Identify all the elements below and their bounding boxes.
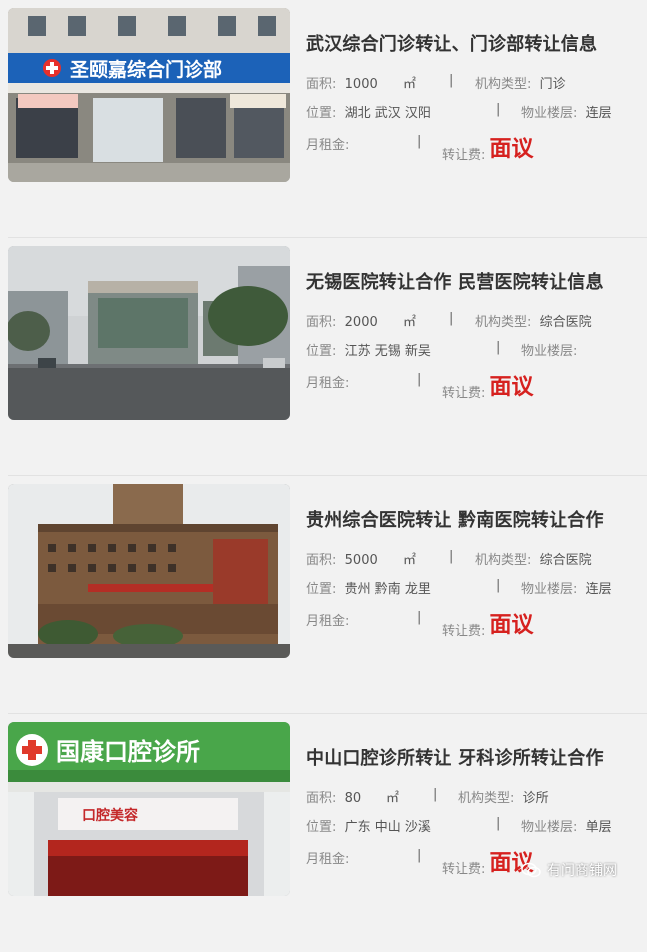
clinic-storefront-image: 圣颐嘉综合门诊部	[8, 8, 290, 182]
dental-clinic-image: 国康口腔诊所 口腔美容	[8, 722, 290, 896]
location-value: 广东 中山 沙溪	[344, 820, 431, 835]
area-label: 面积:	[306, 315, 337, 330]
type-value: 综合医院	[539, 315, 592, 330]
watermark-text: 有问商铺网	[547, 863, 617, 879]
location-value: 贵州 黔南 龙里	[344, 582, 431, 597]
floor-value: 连层	[585, 582, 612, 597]
area-value: 2000	[344, 315, 378, 330]
storefront-sign-text: 国康口腔诊所	[56, 738, 200, 766]
listing-photo[interactable]	[8, 246, 290, 420]
location-value: 江苏 无锡 新吴	[344, 344, 431, 359]
separator: |	[449, 549, 454, 564]
location-value: 湖北 武汉 汉阳	[344, 106, 431, 121]
area-unit: ㎡	[403, 553, 417, 568]
separator: |	[433, 787, 438, 802]
hospital-building-image	[8, 246, 290, 420]
area-value: 1000	[344, 77, 378, 92]
listing-card[interactable]: 圣颐嘉综合门诊部 武汉综合门诊转让、门诊部转让信息 面积: 1000 ㎡ | 机…	[0, 0, 647, 238]
area-unit: ㎡	[403, 315, 417, 330]
location-label: 位置:	[306, 106, 337, 121]
type-label: 机构类型:	[475, 553, 532, 568]
area-label: 面积:	[306, 553, 337, 568]
area-unit: ㎡	[386, 791, 400, 806]
type-label: 机构类型:	[475, 77, 532, 92]
area-label: 面积:	[306, 791, 337, 806]
fee-label: 转让费:	[442, 148, 486, 163]
separator: |	[449, 311, 454, 326]
wechat-icon	[521, 862, 541, 878]
rent-label: 月租金:	[306, 376, 350, 391]
floor-label: 物业楼层:	[521, 106, 578, 121]
area-label: 面积:	[306, 77, 337, 92]
fee-value: 面议	[489, 613, 534, 638]
area-value: 80	[344, 791, 362, 806]
rent-label: 月租金:	[306, 614, 350, 629]
separator: |	[417, 372, 422, 387]
location-label: 位置:	[306, 344, 337, 359]
listing-photo[interactable]	[8, 484, 290, 658]
listing-title[interactable]: 无锡医院转让合作 民营医院转让信息	[306, 268, 604, 294]
floor-value: 连层	[585, 106, 612, 121]
fee-label: 转让费:	[442, 624, 486, 639]
separator: |	[496, 816, 501, 831]
storefront-sub-sign-text: 口腔美容	[82, 807, 138, 824]
floor-label: 物业楼层:	[521, 582, 578, 597]
listing-card[interactable]: 贵州综合医院转让 黔南医院转让合作 面积: 5000 ㎡ | 机构类型: 综合医…	[0, 476, 647, 714]
type-value: 诊所	[522, 791, 549, 806]
fee-label: 转让费:	[442, 386, 486, 401]
fee-label: 转让费:	[442, 862, 486, 877]
floor-value: 单层	[585, 820, 612, 835]
area-value: 5000	[344, 553, 378, 568]
type-label: 机构类型:	[458, 791, 515, 806]
separator: |	[496, 340, 501, 355]
location-label: 位置:	[306, 582, 337, 597]
separator: |	[417, 848, 422, 863]
listing-photo[interactable]: 国康口腔诊所 口腔美容	[8, 722, 290, 896]
hospital-tower-image	[8, 484, 290, 658]
listing-title[interactable]: 贵州综合医院转让 黔南医院转让合作	[306, 506, 604, 532]
floor-label: 物业楼层:	[521, 820, 578, 835]
listing-title[interactable]: 武汉综合门诊转让、门诊部转让信息	[306, 30, 597, 56]
fee-value: 面议	[489, 137, 534, 162]
type-value: 门诊	[539, 77, 566, 92]
storefront-sign-text: 圣颐嘉综合门诊部	[70, 58, 222, 81]
listing-photo[interactable]: 圣颐嘉综合门诊部	[8, 8, 290, 182]
separator: |	[496, 578, 501, 593]
fee-value: 面议	[489, 375, 534, 400]
listing-title[interactable]: 中山口腔诊所转让 牙科诊所转让合作	[306, 744, 604, 770]
listing-card[interactable]: 国康口腔诊所 口腔美容 中山口腔诊所转让 牙科诊所转让合作 面积: 80 ㎡ |…	[0, 714, 647, 952]
floor-label: 物业楼层:	[521, 344, 578, 359]
separator: |	[417, 134, 422, 149]
separator: |	[496, 102, 501, 117]
separator: |	[417, 610, 422, 625]
listing-card[interactable]: 无锡医院转让合作 民营医院转让信息 面积: 2000 ㎡ | 机构类型: 综合医…	[0, 238, 647, 476]
location-label: 位置:	[306, 820, 337, 835]
type-value: 综合医院	[539, 553, 592, 568]
area-unit: ㎡	[403, 77, 417, 92]
rent-label: 月租金:	[306, 138, 350, 153]
type-label: 机构类型:	[475, 315, 532, 330]
rent-label: 月租金:	[306, 852, 350, 867]
separator: |	[449, 73, 454, 88]
watermark: 有问商铺网	[521, 860, 617, 880]
